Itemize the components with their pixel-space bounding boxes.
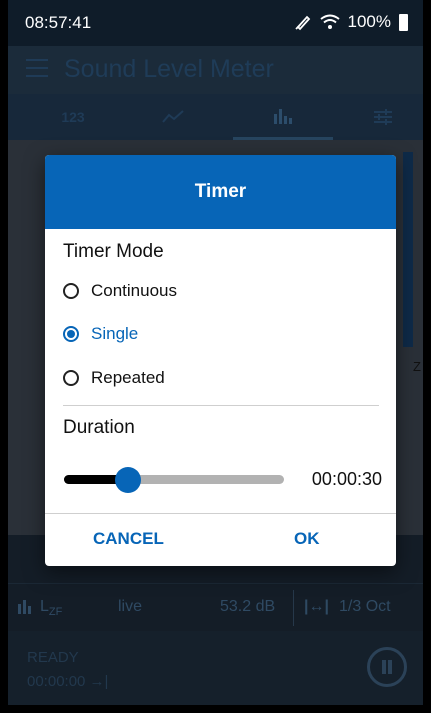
duration-label: Duration bbox=[63, 417, 135, 438]
status-area: READY 00:00:00 →| bbox=[8, 631, 423, 705]
duration-slider[interactable] bbox=[64, 467, 284, 493]
tab-settings[interactable] bbox=[333, 94, 423, 140]
ready-label: READY bbox=[27, 649, 79, 666]
clock: 08:57:41 bbox=[25, 13, 92, 32]
divider bbox=[293, 590, 294, 626]
divider bbox=[45, 513, 396, 514]
elapsed-time: 00:00:00 →| bbox=[27, 673, 109, 690]
option-repeated[interactable]: Repeated bbox=[63, 365, 165, 391]
bars-icon bbox=[18, 598, 36, 619]
battery-icon bbox=[399, 13, 408, 31]
app-title: Sound Level Meter bbox=[64, 55, 274, 83]
no-sim-icon bbox=[294, 15, 310, 31]
cancel-button[interactable]: CANCEL bbox=[93, 529, 164, 549]
pause-button[interactable] bbox=[367, 647, 407, 687]
radio-continuous[interactable] bbox=[63, 283, 79, 299]
ok-button[interactable]: OK bbox=[294, 529, 320, 549]
option-continuous[interactable]: Continuous bbox=[63, 278, 177, 304]
timer-dialog: Timer Timer Mode Continuous Single Repea… bbox=[45, 155, 396, 566]
sliders-icon bbox=[374, 109, 392, 125]
band-label: 1/3 Oct bbox=[339, 598, 391, 615]
tab-bar: 123 bbox=[8, 94, 423, 140]
app-bar: Sound Level Meter bbox=[8, 46, 423, 94]
divider bbox=[63, 405, 379, 406]
slider-thumb[interactable] bbox=[115, 467, 141, 493]
menu-icon[interactable] bbox=[26, 59, 48, 77]
tab-numeric[interactable]: 123 bbox=[23, 94, 123, 140]
radio-repeated[interactable] bbox=[63, 370, 79, 386]
tab-spectrum[interactable] bbox=[233, 94, 333, 140]
duration-value: 00:00:30 bbox=[311, 469, 382, 489]
timer-mode-label: Timer Mode bbox=[63, 241, 164, 262]
readout-row-2: LZF live 53.2 dB |↔| 1/3 Oct bbox=[8, 583, 423, 631]
spectrum-bars-icon bbox=[274, 108, 292, 124]
line-graph-icon bbox=[162, 110, 184, 123]
dialog-title: Timer bbox=[45, 155, 396, 229]
tab-graph[interactable] bbox=[123, 94, 223, 140]
level-bar bbox=[403, 152, 413, 347]
band-width-icon: |↔| bbox=[304, 598, 329, 615]
weighting-label: LZF bbox=[40, 598, 63, 619]
status-icons: 100% bbox=[294, 12, 408, 32]
option-single[interactable]: Single bbox=[63, 321, 138, 347]
radio-single[interactable] bbox=[63, 326, 79, 342]
axis-label-z: Z bbox=[413, 359, 421, 374]
wifi-icon bbox=[319, 14, 340, 29]
mode-label: live bbox=[118, 598, 143, 615]
level-value: 53.2 dB bbox=[220, 598, 276, 615]
battery-percent: 100% bbox=[347, 12, 391, 31]
status-bar: 08:57:41 100% bbox=[8, 0, 423, 46]
